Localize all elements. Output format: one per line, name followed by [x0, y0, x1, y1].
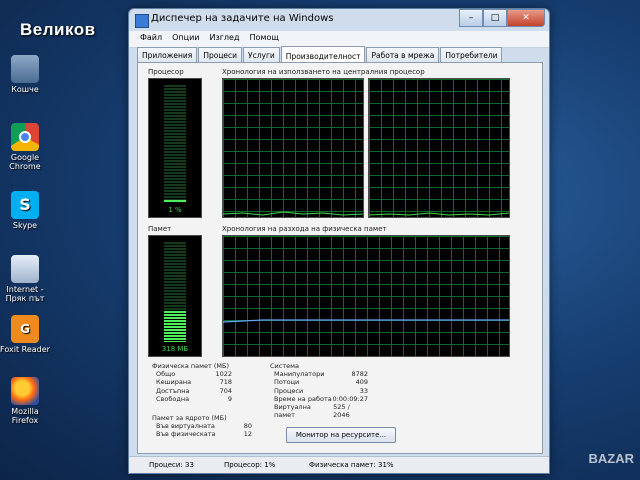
recycle-bin-icon	[11, 55, 39, 83]
desktop-icon-label: Internet - Пряк път	[5, 285, 45, 303]
overlay-title: Великов	[20, 20, 96, 39]
status-bar: Процеси: 33 Процесор: 1% Физическа памет…	[129, 456, 549, 473]
window-controls: – □ ✕	[459, 9, 545, 27]
desktop-icon-internet[interactable]: Internet - Пряк път	[0, 255, 50, 303]
system-title: Система	[270, 362, 300, 370]
desktop-icon-firefox[interactable]: Mozilla Firefox	[0, 377, 50, 425]
internet-shortcut-icon	[11, 255, 39, 283]
window-title: Диспечер на задачите на Windows	[151, 13, 334, 24]
memory-usage-label: Памет	[148, 225, 172, 233]
stat-handles-label: Манипулатори	[274, 370, 325, 378]
memory-history-label: Хронология на разхода на физическа памет	[222, 225, 387, 233]
task-manager-window: Диспечер на задачите на Windows – □ ✕ Фа…	[128, 8, 550, 474]
desktop-icon-chrome[interactable]: Google Chrome	[0, 123, 50, 171]
stat-threads-value: 409	[355, 378, 368, 387]
foxit-icon: G	[11, 315, 39, 343]
minimize-button[interactable]: –	[459, 9, 483, 27]
kernel-memory-section: Памет за ядрото (МБ) Във виртуалната 80 В…	[152, 414, 252, 439]
desktop-icon-label: Mozilla Firefox	[11, 407, 39, 425]
cpu-usage-label: Процесор	[148, 68, 184, 76]
stat-nonpaged-label: Във физическата	[156, 430, 216, 439]
cpu-usage-value: 1 %	[168, 206, 182, 214]
stat-available-value: 704	[219, 386, 232, 395]
tab-processes[interactable]: Процеси	[198, 47, 243, 63]
stat-uptime-value: 0:00:09:27	[332, 394, 368, 403]
resource-monitor-button[interactable]: Монитор на ресурсите...	[286, 427, 396, 443]
cpu-history-line-core-1	[222, 211, 364, 216]
status-processes: Процеси: 33	[149, 461, 194, 469]
stat-commit-value: 525 / 2046	[333, 403, 350, 420]
stat-total-value: 1022	[215, 370, 232, 378]
close-button[interactable]: ✕	[507, 9, 545, 27]
kernel-memory-title: Памет за ядрото (МБ)	[152, 414, 227, 422]
stat-cached-label: Кеширана	[156, 378, 192, 387]
desktop-icon-skype[interactable]: S Skype	[0, 191, 50, 230]
task-manager-icon	[135, 14, 149, 28]
menu-help[interactable]: Помощ	[245, 31, 284, 47]
stat-paged-label: Във виртуалната	[156, 422, 215, 430]
stat-handles-value: 8782	[351, 370, 368, 378]
desktop-icon-label: Foxit Reader	[0, 345, 50, 354]
memory-history-line	[222, 319, 509, 323]
tab-users[interactable]: Потребители	[440, 47, 503, 63]
memory-history-graph	[222, 235, 510, 357]
cpu-meter-background	[164, 85, 186, 203]
stat-processes-label: Процеси	[274, 386, 304, 395]
tab-strip: Приложения Процеси Услуги Производително…	[137, 46, 503, 64]
chrome-icon	[11, 123, 39, 151]
title-bar[interactable]: Диспечер на задачите на Windows – □ ✕	[129, 9, 549, 31]
stat-uptime-label: Време на работа	[274, 394, 332, 403]
physical-memory-title: Физическа памет (МБ)	[152, 362, 230, 370]
watermark-logo: BAZAR	[588, 451, 635, 466]
stat-available-label: Достъпна	[156, 386, 190, 395]
physical-memory-section: Физическа памет (МБ) Общо 1022 Кеширана 71…	[152, 362, 232, 403]
desktop-icon-label: Skype	[12, 221, 38, 230]
skype-icon: S	[11, 191, 39, 219]
memory-usage-meter: 318 МБ	[148, 235, 202, 357]
desktop-icon-label: Кошче	[11, 85, 39, 94]
stat-processes-value: 33	[359, 386, 368, 395]
system-section: Система Манипулатори 8782 Потоци 409 Проце…	[270, 362, 368, 420]
desktop-icon-foxit[interactable]: G Foxit Reader	[0, 315, 50, 354]
stat-threads-label: Потоци	[274, 378, 300, 387]
firefox-icon	[11, 377, 39, 405]
cpu-history-graph-core-1	[222, 78, 364, 218]
stat-commit-label: Виртуална памет	[274, 403, 311, 420]
stat-free-label: Свободна	[156, 394, 190, 403]
cpu-history-graph-core-2	[368, 78, 510, 218]
performance-panel: Процесор Хронология на използването на ц…	[137, 62, 543, 454]
stat-free-value: 9	[227, 394, 232, 403]
stat-cached-value: 718	[219, 378, 232, 387]
cpu-meter-fill	[164, 200, 186, 203]
desktop-icon-recycle-bin[interactable]: Кошче	[0, 55, 50, 94]
cpu-usage-meter: 1 %	[148, 78, 202, 218]
tab-services[interactable]: Услуги	[243, 47, 280, 63]
cpu-history-label: Хронология на използването на централния…	[222, 68, 425, 76]
stat-nonpaged-value: 12	[243, 430, 252, 439]
memory-meter-fill	[164, 311, 186, 342]
status-memory: Физическа памет: 31%	[309, 461, 394, 469]
desktop-icon-label: Google Chrome	[9, 153, 41, 171]
maximize-button[interactable]: □	[483, 9, 507, 27]
menu-view[interactable]: Изглед	[204, 31, 244, 47]
memory-usage-value: 318 МБ	[161, 345, 189, 353]
tab-networking[interactable]: Работа в мрежа	[366, 47, 440, 63]
menu-file[interactable]: Файл	[135, 31, 167, 47]
stat-paged-value: 80	[243, 422, 252, 430]
status-cpu: Процесор: 1%	[224, 461, 276, 469]
stat-total-label: Общо	[156, 370, 176, 378]
tab-applications[interactable]: Приложения	[137, 47, 198, 63]
menu-options[interactable]: Опции	[167, 31, 204, 47]
cpu-history-line-core-2	[368, 212, 510, 216]
